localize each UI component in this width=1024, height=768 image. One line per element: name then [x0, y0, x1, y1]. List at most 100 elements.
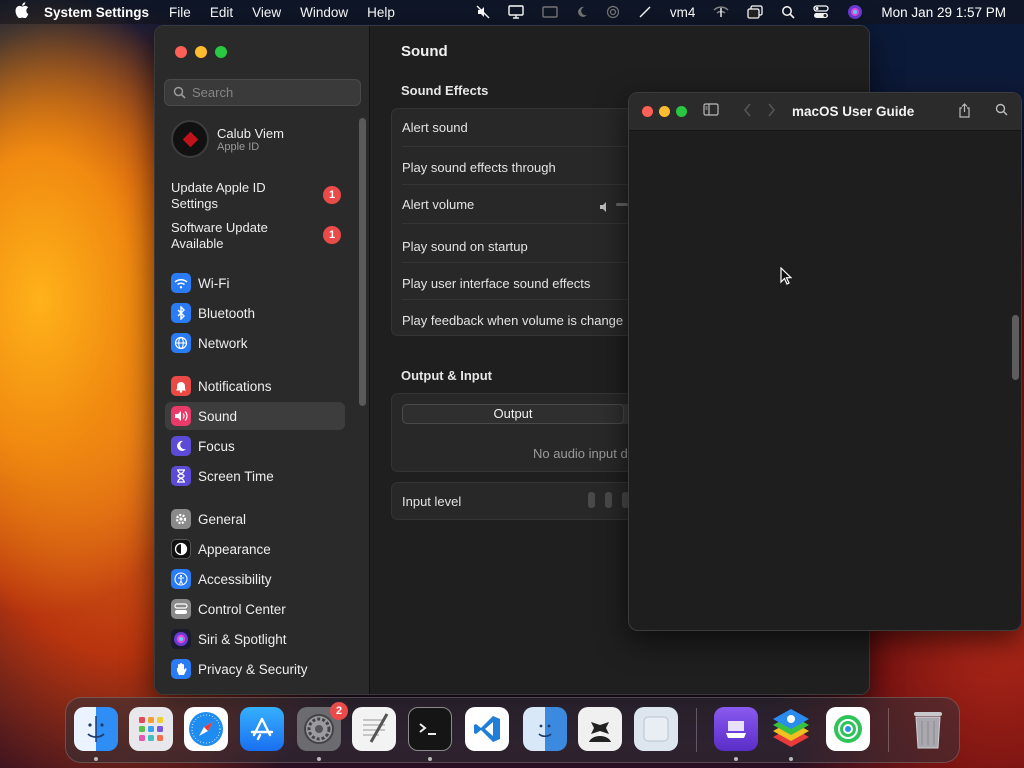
- dock-app-store-icon[interactable]: [240, 707, 284, 751]
- close-button[interactable]: [175, 46, 187, 58]
- display-icon[interactable]: [508, 5, 524, 19]
- dock-system-settings-icon[interactable]: 2: [297, 702, 348, 751]
- sidebar-item-network[interactable]: Network: [165, 329, 345, 357]
- search-input[interactable]: [192, 85, 352, 100]
- alert-update-apple-id[interactable]: Update Apple ID Settings 1: [171, 180, 341, 212]
- sidebar-item-notifications[interactable]: Notifications: [165, 372, 345, 400]
- mute-icon[interactable]: [476, 5, 490, 19]
- alert-label: Software Update Available: [171, 220, 268, 251]
- alert-software-update[interactable]: Software Update Available 1: [171, 220, 341, 252]
- sidebar-item-wifi[interactable]: Wi-Fi: [165, 269, 345, 297]
- sidebar-item-privacy-security[interactable]: Privacy & Security: [165, 655, 345, 683]
- clock-datetime[interactable]: Mon Jan 29 1:57 PM: [881, 5, 1006, 20]
- siri-orb-icon: [171, 629, 191, 649]
- menu-edit[interactable]: Edit: [210, 5, 233, 20]
- apple-id-profile[interactable]: Calub Viem Apple ID: [171, 120, 284, 158]
- sidebar-item-siri-spotlight[interactable]: Siri & Spotlight: [165, 625, 345, 653]
- sidebar-item-screen-time[interactable]: Screen Time: [165, 462, 345, 490]
- dock-separator: [888, 708, 889, 752]
- sidebar-item-label: Notifications: [198, 378, 272, 394]
- row-play-ui-sound-effects[interactable]: Play user interface sound effects: [402, 276, 590, 291]
- sidebar-item-label: Control Center: [198, 601, 286, 617]
- menu-help[interactable]: Help: [367, 5, 395, 20]
- back-chevron-icon[interactable]: [743, 103, 752, 117]
- sidebar-item-label: Appearance: [198, 541, 271, 557]
- globe-icon: [171, 333, 191, 353]
- sidebar-toggle-icon[interactable]: [703, 103, 719, 116]
- dock-trash-icon[interactable]: [906, 707, 950, 751]
- airdrop-icon[interactable]: [606, 5, 620, 19]
- forward-chevron-icon[interactable]: [767, 103, 776, 117]
- sidebar-item-sound[interactable]: Sound: [165, 402, 345, 430]
- apple-menu-icon[interactable]: [0, 2, 44, 22]
- wifi-off-icon[interactable]: [713, 5, 729, 19]
- row-play-sound-on-startup[interactable]: Play sound on startup: [402, 239, 528, 254]
- wifi-icon: [171, 273, 191, 293]
- app-name-menu[interactable]: System Settings: [44, 5, 149, 20]
- sidebar-item-label: Network: [198, 335, 248, 351]
- dock-separator: [696, 708, 697, 752]
- row-play-sound-effects-through[interactable]: Play sound effects through: [402, 160, 556, 175]
- dock-find-my-icon[interactable]: [826, 707, 870, 751]
- appearance-icon: [171, 539, 191, 559]
- minimize-button[interactable]: [659, 106, 670, 117]
- sidebar-item-bluetooth[interactable]: Bluetooth: [165, 299, 345, 327]
- window-controls: [642, 106, 687, 117]
- row-alert-sound[interactable]: Alert sound: [402, 120, 468, 135]
- row-play-feedback-volume[interactable]: Play feedback when volume is change: [402, 313, 623, 328]
- status-text-vm4[interactable]: vm4: [670, 5, 696, 20]
- dock: 2: [65, 697, 960, 763]
- share-icon[interactable]: [958, 103, 971, 118]
- window-overlap-icon[interactable]: [747, 5, 764, 19]
- mouse-cursor-icon: [780, 266, 793, 290]
- dock-preview-icon[interactable]: [634, 707, 678, 751]
- dock-simulator-icon[interactable]: [714, 707, 758, 751]
- sidebar-item-general[interactable]: General: [165, 505, 345, 533]
- row-alert-volume[interactable]: Alert volume: [402, 197, 474, 212]
- focus-moon-icon[interactable]: [576, 6, 588, 18]
- dock-terminal-icon[interactable]: [408, 707, 452, 751]
- user-guide-scrollbar[interactable]: [1012, 315, 1019, 380]
- menu-window[interactable]: Window: [300, 5, 348, 20]
- zoom-button[interactable]: [215, 46, 227, 58]
- menu-bar: System Settings File Edit View Window He…: [0, 0, 1024, 24]
- dock-bartender-icon[interactable]: [578, 707, 622, 751]
- sidebar-scrollbar[interactable]: [359, 118, 366, 406]
- zoom-button[interactable]: [676, 106, 687, 117]
- section-header-sound-effects: Sound Effects: [401, 83, 489, 98]
- menu-file[interactable]: File: [169, 5, 191, 20]
- profile-subtitle: Apple ID: [217, 140, 260, 153]
- sidebar-item-accessibility[interactable]: Accessibility: [165, 565, 345, 593]
- running-indicator: [428, 757, 432, 761]
- sidebar-item-label: General: [198, 511, 247, 527]
- running-indicator: [94, 757, 98, 761]
- user-guide-title: macOS User Guide: [792, 104, 915, 119]
- control-center-icon[interactable]: [813, 5, 830, 19]
- pen-disabled-icon[interactable]: [638, 5, 652, 19]
- running-indicator: [317, 757, 321, 761]
- sidebar-item-focus[interactable]: Focus: [165, 432, 345, 460]
- dock-bluestacks-icon[interactable]: [769, 707, 813, 751]
- siri-icon[interactable]: [847, 4, 863, 20]
- tab-output[interactable]: Output: [402, 404, 624, 424]
- volume-low-icon: [600, 199, 610, 217]
- alert-volume-slider[interactable]: [616, 203, 628, 206]
- notification-badge: 1: [323, 226, 341, 244]
- dock-finder-icon[interactable]: [74, 707, 118, 751]
- dock-vscode-icon[interactable]: [465, 707, 509, 751]
- spotlight-search-icon[interactable]: [781, 5, 795, 19]
- close-button[interactable]: [642, 106, 653, 117]
- sidebar-item-appearance[interactable]: Appearance: [165, 535, 345, 563]
- minimize-button[interactable]: [195, 46, 207, 58]
- menu-view[interactable]: View: [252, 5, 281, 20]
- dock-safari-icon[interactable]: [184, 707, 228, 751]
- search-icon[interactable]: [995, 103, 1008, 116]
- dock-migration-assistant-icon[interactable]: [523, 707, 567, 751]
- sidebar-item-label: Screen Time: [198, 468, 274, 484]
- settings-sidebar: Calub Viem Apple ID Update Apple ID Sett…: [155, 26, 370, 694]
- sidebar-search[interactable]: [164, 79, 361, 106]
- dock-launchpad-icon[interactable]: [129, 707, 173, 751]
- screen-mirroring-icon[interactable]: [542, 5, 558, 19]
- dock-textedit-icon[interactable]: [352, 707, 396, 751]
- sidebar-item-control-center[interactable]: Control Center: [165, 595, 345, 623]
